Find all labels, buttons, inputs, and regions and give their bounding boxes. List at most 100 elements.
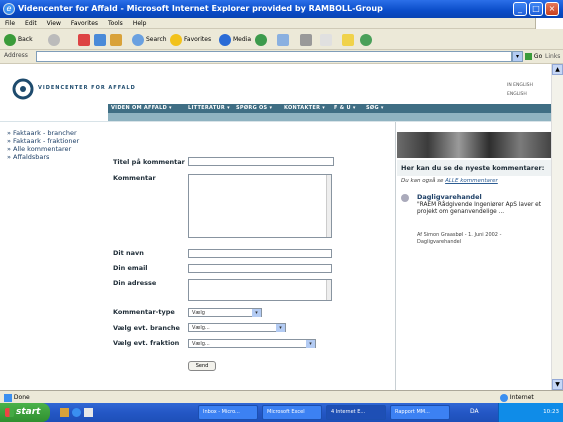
status-bar: Done Internet <box>0 390 563 403</box>
mail-icon <box>277 33 289 46</box>
folder-icon <box>342 33 354 46</box>
sidebar: » Faktaark - brancher » Faktaark - frakt… <box>0 122 108 390</box>
page-scrollbar[interactable]: ▲ ▼ <box>551 64 563 390</box>
links-button[interactable]: Links <box>545 51 560 62</box>
language-link-english[interactable]: ENGLISH <box>507 92 527 97</box>
nav-litteratur[interactable]: LITTERATUR ▾ <box>188 104 230 113</box>
stop-icon <box>78 33 90 46</box>
quicklaunch-desktop-icon[interactable] <box>84 408 93 417</box>
sidebar-item-affaldsbars[interactable]: » Affaldsbars <box>7 153 49 161</box>
history-button[interactable] <box>255 33 269 47</box>
print-icon <box>300 33 312 46</box>
sidebar-item-alle-kommentarer[interactable]: » Alle kommentarer <box>7 145 71 153</box>
nav-fu[interactable]: F & U ▾ <box>334 104 356 113</box>
menu-file[interactable]: File <box>0 18 20 29</box>
fraction-label: Vælg evt. fraktion <box>113 339 180 347</box>
ie-icon: e <box>3 3 15 15</box>
forward-button[interactable] <box>48 33 62 47</box>
address-field-label: Din adresse <box>113 279 157 287</box>
all-comments-link[interactable]: ALLE kommentarer <box>445 178 498 184</box>
close-button[interactable]: × <box>545 2 559 16</box>
stop-button[interactable] <box>78 33 92 47</box>
task-internet-explorer[interactable]: 4 Internet E... <box>326 405 386 420</box>
comment-textarea[interactable] <box>188 174 332 238</box>
home-button[interactable] <box>110 33 124 47</box>
fraction-select[interactable]: Vælg... ▾ <box>188 339 316 348</box>
comment-scrollbar[interactable] <box>326 175 331 237</box>
task-excel[interactable]: Microsoft Excel <box>262 405 322 420</box>
refresh-button[interactable] <box>94 33 108 47</box>
main-nav: VIDEN OM AFFALD ▾ LITTERATUR ▾ SPØRG OS … <box>108 104 551 113</box>
quicklaunch-ie-icon[interactable] <box>72 408 81 417</box>
sidebar-item-faktaark-brancher[interactable]: » Faktaark - brancher <box>7 129 77 137</box>
media-button[interactable]: Media <box>219 33 251 47</box>
window-title-bar: Videncenter for Affald - Microsoft Inter… <box>0 0 563 18</box>
nav-kontakter[interactable]: KONTAKTER ▾ <box>284 104 325 113</box>
address-label: Address <box>4 52 28 59</box>
maximize-button[interactable]: □ <box>529 2 543 16</box>
star-icon <box>170 33 182 46</box>
comment-title-link[interactable]: Dagligvarehandel <box>417 193 482 201</box>
toolbar: Back Search Favorites Media <box>0 29 563 50</box>
latest-comments-panel: Her kan du se de nyeste kommentarer: Du … <box>397 122 551 390</box>
address-input[interactable] <box>36 51 512 62</box>
sub-nav-bar <box>108 113 551 121</box>
task-inbox[interactable]: Inbox - Micro... <box>198 405 258 420</box>
menu-tools[interactable]: Tools <box>103 18 128 29</box>
scroll-down-arrow-icon[interactable]: ▼ <box>552 379 563 390</box>
site-logo-text[interactable]: VIDENCENTER FOR AFFALD <box>38 85 136 91</box>
send-button[interactable]: Send <box>188 361 216 371</box>
menu-view[interactable]: View <box>42 18 66 29</box>
mail-button[interactable] <box>277 33 291 47</box>
email-label: Din email <box>113 264 148 272</box>
status-text: Done <box>13 394 30 401</box>
edit-button[interactable] <box>320 33 334 47</box>
menu-help[interactable]: Help <box>128 18 152 29</box>
go-button[interactable]: Go <box>525 51 542 62</box>
comment-label: Kommentar <box>113 174 156 182</box>
title-input[interactable] <box>188 157 334 166</box>
task-rapport[interactable]: Rapport MM... <box>390 405 450 420</box>
site-logo-icon[interactable] <box>12 78 34 100</box>
title-label: Titel på kommentar <box>113 158 185 166</box>
branch-select[interactable]: Vælg... ▾ <box>188 323 286 332</box>
search-button[interactable]: Search <box>132 33 167 47</box>
menu-favorites[interactable]: Favorites <box>66 18 103 29</box>
address-textarea[interactable] <box>188 279 332 301</box>
go-arrow-icon <box>525 53 532 60</box>
nav-viden-om-affald[interactable]: VIDEN OM AFFALD ▾ <box>111 104 172 113</box>
address-scrollbar[interactable] <box>326 280 331 300</box>
comment-type-label: Kommentar-type <box>113 308 175 316</box>
print-button[interactable] <box>300 33 314 47</box>
language-link[interactable]: IN ENGLISH <box>507 83 533 88</box>
sidebar-item-faktaark-fraktioner[interactable]: » Faktaark - fraktioner <box>7 137 79 145</box>
windows-logo-icon <box>535 18 563 29</box>
nav-spoerg-os[interactable]: SPØRG OS ▾ <box>236 104 272 113</box>
media-icon <box>219 33 231 46</box>
name-label: Dit navn <box>113 249 144 257</box>
comment-type-select[interactable]: Vælg ▾ <box>188 308 262 317</box>
favorites-button[interactable]: Favorites <box>170 33 211 47</box>
window-title: Videncenter for Affald - Microsoft Inter… <box>18 4 383 13</box>
branch-label: Vælg evt. branche <box>113 324 180 332</box>
taskbar: start Inbox - Micro... Microsoft Excel 4… <box>0 403 563 422</box>
latest-comments-heading: Her kan du se de nyeste kommentarer: <box>397 160 551 176</box>
refresh-icon <box>94 33 106 46</box>
nav-soeg[interactable]: SØG ▾ <box>366 104 384 113</box>
scroll-up-arrow-icon[interactable]: ▲ <box>552 64 563 75</box>
back-button[interactable]: Back <box>4 33 33 47</box>
address-dropdown-button[interactable]: ▾ <box>512 51 523 62</box>
folder-button[interactable] <box>342 33 356 47</box>
minimize-button[interactable]: _ <box>513 2 527 16</box>
messenger-button[interactable] <box>360 33 374 47</box>
chevron-down-icon: ▾ <box>306 340 315 348</box>
name-input[interactable] <box>188 249 332 258</box>
quicklaunch-icon[interactable] <box>60 408 69 417</box>
system-tray: 10:23 <box>498 403 563 422</box>
address-bar: Address ▾ Go Links <box>0 50 563 64</box>
menu-edit[interactable]: Edit <box>20 18 42 29</box>
edit-icon <box>320 33 332 46</box>
messenger-icon <box>360 33 372 46</box>
language-indicator[interactable]: DA <box>470 408 479 415</box>
email-input[interactable] <box>188 264 332 273</box>
